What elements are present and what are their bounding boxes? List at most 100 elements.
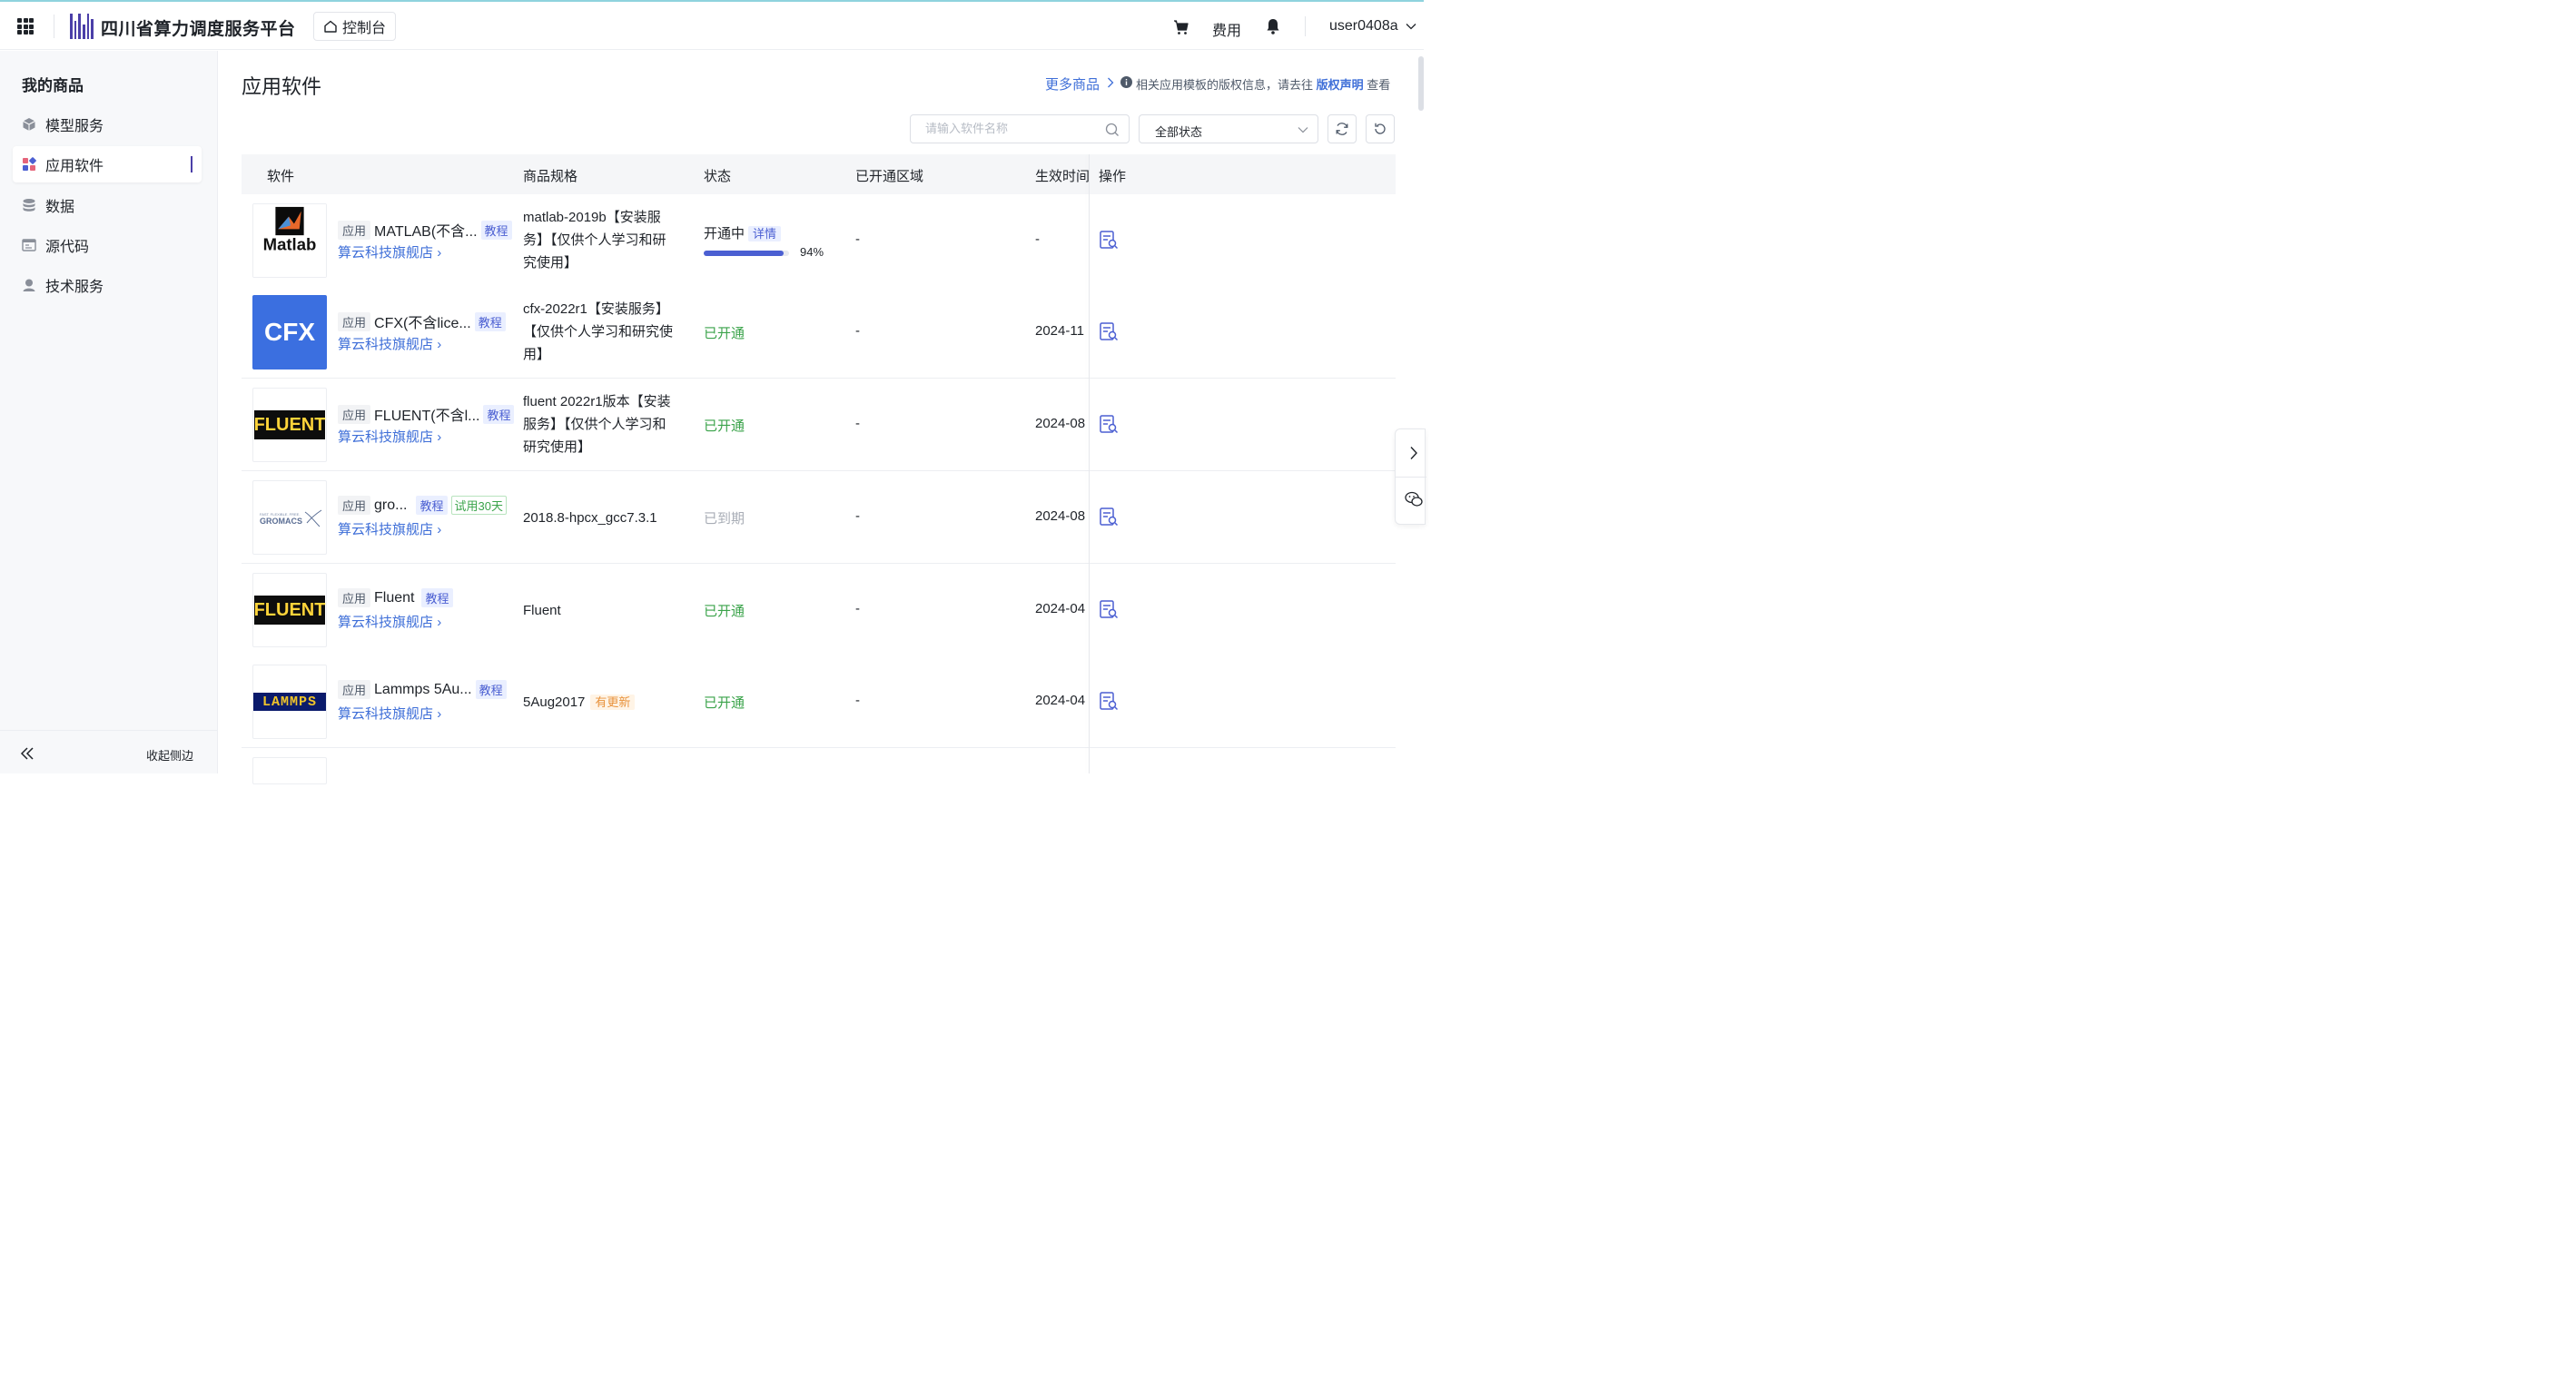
refresh-button[interactable] <box>1366 114 1395 143</box>
detail-tag[interactable]: 详情 <box>748 226 782 241</box>
search-icon[interactable] <box>1105 123 1120 137</box>
copyright-text: 相关应用模板的版权信息，请去往 <box>1136 78 1314 92</box>
effective-time-cell: - <box>1035 232 1040 247</box>
sidebar-item-label: 技术服务 <box>45 280 104 295</box>
region-cell: - <box>855 232 860 247</box>
store-link[interactable]: 算云科技旗舰店 › <box>338 612 441 631</box>
store-link[interactable]: 算云科技旗舰店 › <box>338 704 441 723</box>
person-icon <box>23 279 35 291</box>
search-input[interactable] <box>925 122 1089 135</box>
database-icon <box>23 199 35 212</box>
view-detail-icon[interactable] <box>1099 414 1119 434</box>
sidebar-item-app-software[interactable]: 应用软件 <box>13 146 202 182</box>
sidebar-item-source-code[interactable]: 源代码 <box>13 227 202 263</box>
copyright-suffix: 查看 <box>1367 78 1391 92</box>
fluent-wordmark: FLUENT <box>253 599 326 620</box>
spec-cell: 2018.8-hpcx_gcc7.3.1 <box>523 507 705 529</box>
sidebar-item-data[interactable]: 数据 <box>13 187 202 223</box>
store-name: 算云科技旗舰店 <box>338 337 434 352</box>
progress-label: 94% <box>800 245 824 259</box>
status-cell: 已开通 <box>704 695 745 711</box>
sidebar-item-tech-service[interactable]: 技术服务 <box>13 267 202 303</box>
top-header: 四川省算力调度服务平台 控制台 费用 user0408a <box>0 2 1424 50</box>
software-name[interactable]: CFX(不含lice... <box>374 310 471 332</box>
fee-link[interactable]: 费用 <box>1212 18 1241 40</box>
chevron-right-icon[interactable] <box>1106 77 1115 88</box>
sync-button[interactable] <box>1327 114 1357 143</box>
apps-grid-icon[interactable] <box>17 18 34 34</box>
column-effective-time: 生效时间 <box>1035 169 1090 184</box>
software-name[interactable]: MATLAB(不含... <box>374 219 478 241</box>
app-tag: 应用 <box>338 680 371 699</box>
tutorial-tag[interactable]: 教程 <box>474 311 506 331</box>
software-name[interactable]: Fluent <box>374 590 414 606</box>
collapse-label: 收起侧边 <box>146 749 194 763</box>
page-title: 应用软件 <box>242 75 322 98</box>
status-cell: 开通中 详情 <box>704 223 782 242</box>
view-detail-icon[interactable] <box>1099 691 1119 711</box>
effective-time-cell: 2024-08 <box>1035 508 1086 524</box>
wechat-icon[interactable] <box>1405 491 1423 507</box>
store-link[interactable]: 算云科技旗舰店 › <box>338 242 441 261</box>
active-indicator <box>191 156 192 172</box>
bell-icon[interactable] <box>1264 17 1282 35</box>
spec-line: cfx-2022r1【安装服务】 <box>523 301 669 317</box>
progress-bar <box>704 251 789 256</box>
spec-cell: fluent 2022r1版本【安装 服务】【仅供个人学习和 研究使用】 <box>523 390 686 458</box>
cart-icon[interactable] <box>1172 18 1190 36</box>
user-menu[interactable]: user0408a <box>1329 18 1398 34</box>
chevron-right-icon: › <box>437 706 442 722</box>
cube-icon <box>23 118 35 131</box>
copyright-link[interactable]: 版权声明 <box>1317 78 1364 92</box>
copyright-notice: 相关应用模板的版权信息，请去往 版权声明 查看 <box>1136 75 1390 93</box>
status-cell: 已开通 <box>704 604 745 619</box>
store-link[interactable]: 算云科技旗舰店 › <box>338 427 441 446</box>
table-row: FLUENT 应用 FLUENT(不含l... 教程 算云科技旗舰店 › flu… <box>242 379 1396 471</box>
tutorial-tag[interactable]: 教程 <box>421 588 453 607</box>
console-button[interactable]: 控制台 <box>313 12 397 41</box>
progress-fill <box>704 251 785 256</box>
chevron-right-icon[interactable] <box>1409 446 1418 460</box>
chevron-down-icon[interactable] <box>1406 22 1416 31</box>
collapse-sidebar[interactable]: 收起侧边 <box>0 730 218 773</box>
chevron-down-icon <box>1298 127 1308 133</box>
software-name-line: 应用 gro... 教程 试用30天 <box>338 496 507 515</box>
view-detail-icon[interactable] <box>1099 230 1119 250</box>
tutorial-tag[interactable]: 教程 <box>416 496 448 515</box>
lammps-wordmark: LAMMPS <box>262 694 317 710</box>
software-name[interactable]: gro... <box>374 498 407 514</box>
tutorial-tag[interactable]: 教程 <box>480 220 512 240</box>
region-cell: - <box>855 323 860 339</box>
region-cell: - <box>855 416 860 431</box>
lammps-logo-icon: LAMMPS <box>253 693 326 711</box>
effective-time-cell: 2024-04 <box>1035 601 1086 616</box>
software-name-line: 应用 Fluent 教程 <box>338 588 453 607</box>
region-cell: - <box>855 693 860 708</box>
trial-tag: 试用30天 <box>450 496 507 515</box>
sidebar: 我的商品 模型服务 应用软件 数据 源代码 技术服务 收起侧边 <box>0 51 218 773</box>
software-search[interactable] <box>910 114 1130 143</box>
gromacs-logo-icon: FAST. FLEXIBLE. FREE. GROMACS <box>260 509 322 527</box>
fluent-wordmark: FLUENT <box>253 414 326 435</box>
store-name: 算云科技旗舰店 <box>338 522 434 537</box>
software-name[interactable]: FLUENT(不含l... <box>374 403 479 425</box>
more-products-link[interactable]: 更多商品 <box>1045 74 1100 94</box>
region-cell: - <box>855 508 860 524</box>
scrollbar-thumb[interactable] <box>1418 56 1424 111</box>
store-link[interactable]: 算云科技旗舰店 › <box>338 334 441 353</box>
spec-cell: matlab-2019b【安装服 务】【仅供个人学习和研 究使用】 <box>523 206 686 274</box>
tutorial-tag[interactable]: 教程 <box>483 404 515 424</box>
store-link[interactable]: 算云科技旗舰店 › <box>338 519 441 538</box>
app-tag: 应用 <box>338 311 371 331</box>
tutorial-tag[interactable]: 教程 <box>475 680 507 699</box>
view-detail-icon[interactable] <box>1099 507 1119 527</box>
view-detail-icon[interactable] <box>1099 321 1119 341</box>
view-detail-icon[interactable] <box>1099 599 1119 619</box>
platform-title: 四川省算力调度服务平台 <box>101 20 296 39</box>
app-tag: 应用 <box>338 404 371 424</box>
status-filter-select[interactable]: 全部状态 <box>1139 114 1318 143</box>
matlab-thumbnail: Matlab <box>252 203 327 278</box>
spec-line: matlab-2019b【安装服 <box>523 210 661 225</box>
sidebar-item-model-service[interactable]: 模型服务 <box>13 106 202 143</box>
software-name[interactable]: Lammps 5Au... <box>374 682 472 698</box>
